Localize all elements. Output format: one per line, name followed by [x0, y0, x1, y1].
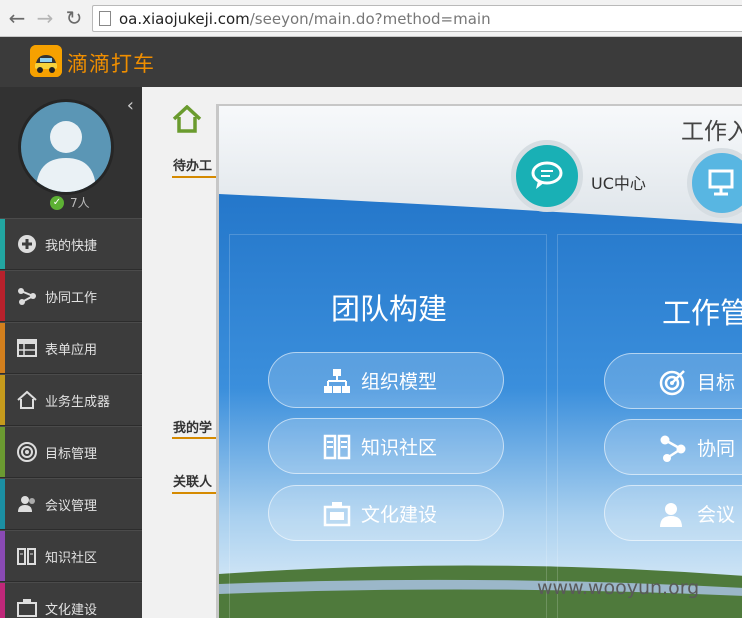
- sidebar-item-label: 协同工作: [45, 291, 98, 306]
- culture-building-button[interactable]: 文化建设: [268, 485, 504, 541]
- team-building-title: 团队构建: [331, 292, 448, 326]
- sidebar-item-label: 知识社区: [45, 551, 98, 566]
- target-icon: [17, 442, 37, 462]
- org-model-button[interactable]: 组织模型: [268, 352, 504, 408]
- section-underline: [172, 176, 222, 178]
- knowledge-community-button[interactable]: 知识社区: [268, 418, 504, 474]
- people-icon: [660, 503, 682, 527]
- online-status: ✓ 7人: [50, 194, 90, 211]
- sidebar-item-my-shortcuts[interactable]: 我的快捷: [0, 218, 142, 270]
- forward-arrow-icon[interactable]: →: [34, 7, 56, 29]
- pill-label: 组织模型: [361, 371, 438, 393]
- form-table-icon: [17, 339, 37, 357]
- books-icon: [323, 434, 351, 460]
- uc-center-label[interactable]: UC中心: [591, 170, 646, 194]
- section-underline: [172, 492, 222, 494]
- home-icon[interactable]: [172, 105, 202, 133]
- culture-icon: [17, 599, 37, 617]
- sidebar-item-culture[interactable]: 文化建设: [0, 582, 142, 618]
- avatar[interactable]: [18, 99, 114, 195]
- section-related: 关联人: [173, 475, 213, 490]
- check-icon: ✓: [50, 195, 64, 210]
- url-text: oa.xiaojukeji.com/seeyon/main.do?method=…: [119, 10, 491, 28]
- pill-label: 文化建设: [361, 504, 438, 526]
- sidebar-item-forms[interactable]: 表单应用: [0, 322, 142, 374]
- share-nodes-icon: [18, 288, 36, 305]
- sidebar-item-meetings[interactable]: 会议管理: [0, 478, 142, 530]
- taxi-logo-icon: [30, 45, 62, 77]
- sidebar-item-business-builder[interactable]: 业务生成器: [0, 374, 142, 426]
- plus-circle-icon: [18, 235, 36, 253]
- address-bar[interactable]: oa.xiaojukeji.com/seeyon/main.do?method=…: [92, 5, 742, 32]
- sidebar-item-goal-management[interactable]: 目标管理: [0, 426, 142, 478]
- sidebar-item-label: 会议管理: [45, 499, 98, 514]
- app-name[interactable]: 滴滴打车: [67, 48, 155, 78]
- target-icon: [659, 370, 685, 396]
- user-panel: ‹ ✓ 7人: [0, 87, 142, 218]
- sidebar: ‹ ✓ 7人 我的快捷 协同工作 表单应用 业务生成器 目标管理 会议管理 知识…: [0, 87, 142, 618]
- people-icon: [18, 496, 35, 512]
- section-underline: [172, 437, 222, 439]
- work-entry-modal: 工作入 UC中心 团队构建 工作管 组织模型: [216, 104, 742, 618]
- back-arrow-icon[interactable]: ←: [6, 7, 28, 29]
- pill-label: 知识社区: [361, 437, 438, 459]
- section-my-learning: 我的学: [173, 421, 213, 436]
- pill-label: 协同: [697, 438, 736, 460]
- books-icon: [17, 548, 36, 565]
- org-chart-icon: [324, 369, 350, 393]
- reload-icon[interactable]: ↻: [63, 7, 85, 29]
- sidebar-item-label: 文化建设: [45, 603, 98, 618]
- section-pending: 待办工: [173, 159, 213, 174]
- page-icon: [99, 11, 111, 26]
- modal-title: 工作入: [681, 119, 742, 145]
- goal-button[interactable]: 目标: [604, 353, 742, 409]
- uc-center-button[interactable]: [511, 140, 583, 212]
- monitor-icon: [708, 169, 734, 196]
- work-management-title: 工作管: [662, 296, 742, 330]
- collaboration-button[interactable]: 协同: [604, 419, 742, 475]
- sidebar-item-collaboration[interactable]: 协同工作: [0, 270, 142, 322]
- watermark: www.wooyun.org: [537, 577, 700, 599]
- pill-label: 目标: [697, 372, 736, 394]
- online-count: 7人: [70, 196, 90, 210]
- sidebar-item-label: 业务生成器: [45, 395, 111, 410]
- collapse-icon[interactable]: ‹: [127, 95, 134, 116]
- sidebar-item-knowledge[interactable]: 知识社区: [0, 530, 142, 582]
- culture-card-icon: [323, 502, 351, 527]
- app-header: 滴滴打车: [0, 37, 742, 87]
- meeting-button[interactable]: 会议: [604, 485, 742, 541]
- share-nodes-icon: [660, 435, 686, 462]
- chat-bubble-icon: [531, 161, 563, 189]
- pill-label: 会议: [697, 504, 736, 526]
- desktop-button[interactable]: [687, 148, 742, 218]
- sidebar-item-label: 我的快捷: [45, 239, 98, 254]
- browser-toolbar: ← → ↻ oa.xiaojukeji.com/seeyon/main.do?m…: [0, 0, 742, 37]
- house-icon: [17, 390, 37, 409]
- sidebar-item-label: 目标管理: [45, 447, 98, 462]
- sidebar-item-label: 表单应用: [45, 343, 98, 358]
